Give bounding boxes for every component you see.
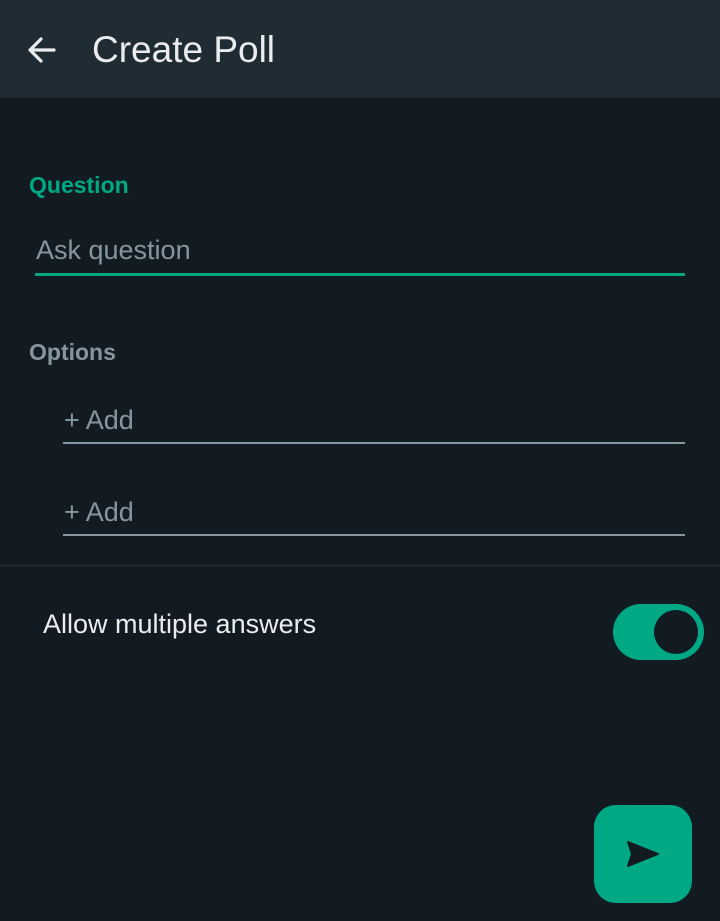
option-input-2[interactable] bbox=[63, 494, 685, 536]
allow-multiple-answers-label: Allow multiple answers bbox=[43, 609, 317, 639]
option-input-1[interactable] bbox=[63, 402, 685, 444]
toggle-knob bbox=[654, 610, 698, 654]
allow-multiple-answers-toggle[interactable] bbox=[613, 604, 704, 660]
back-button[interactable] bbox=[20, 28, 64, 72]
arrow-back-icon bbox=[28, 37, 56, 63]
send-button[interactable] bbox=[594, 805, 692, 903]
section-divider bbox=[0, 565, 720, 566]
options-label: Options bbox=[29, 339, 116, 365]
question-input[interactable] bbox=[35, 232, 685, 276]
app-bar: Create Poll bbox=[0, 0, 720, 98]
question-label: Question bbox=[29, 172, 129, 198]
page-title: Create Poll bbox=[92, 29, 276, 70]
send-icon bbox=[627, 841, 659, 867]
